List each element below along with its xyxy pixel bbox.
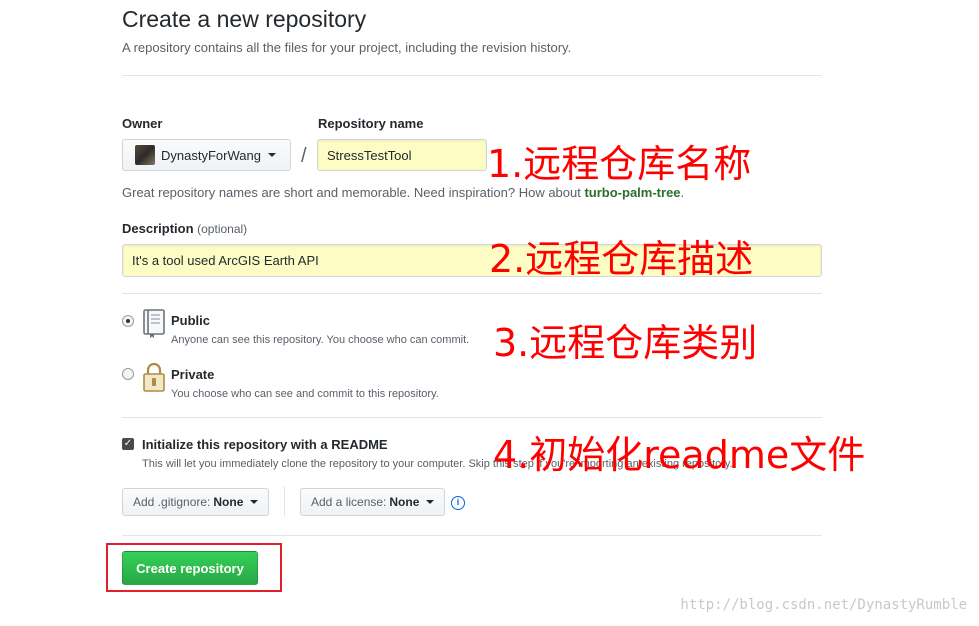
- readme-checkbox[interactable]: ✓: [122, 438, 134, 450]
- license-dropdown[interactable]: Add a license: None: [300, 488, 446, 516]
- caret-down-icon: [426, 500, 435, 504]
- annotation-repo-name: 1.远程仓库名称: [487, 142, 752, 186]
- repo-name-input[interactable]: StressTestTool: [317, 139, 487, 171]
- annotation-readme: 4.初始化readme文件: [493, 433, 866, 477]
- divider: [122, 535, 822, 536]
- caret-down-icon: [250, 500, 259, 504]
- readme-title: Initialize this repository with a README: [142, 437, 388, 452]
- private-option-title: Private: [171, 367, 215, 382]
- optional-tag: (optional): [197, 222, 248, 236]
- divider: [284, 486, 285, 516]
- annotation-description: 2.远程仓库描述: [489, 237, 754, 281]
- highlight-box: [106, 543, 282, 592]
- avatar: [135, 145, 155, 165]
- lock-icon: [143, 362, 165, 392]
- annotation-visibility: 3.远程仓库类别: [493, 321, 758, 365]
- owner-repo-separator: /: [301, 145, 307, 167]
- caret-down-icon: [267, 153, 276, 157]
- owner-label: Owner: [122, 116, 163, 131]
- private-option-desc: You choose who can see and commit to thi…: [171, 388, 439, 400]
- page-subtitle: A repository contains all the files for …: [122, 40, 572, 55]
- page-title: Create a new repository: [122, 6, 367, 32]
- description-label: Description (optional): [122, 221, 248, 236]
- info-icon[interactable]: i: [451, 496, 465, 510]
- private-radio[interactable]: [122, 368, 134, 380]
- public-option-title: Public: [171, 313, 211, 328]
- owner-name: DynastyForWang: [161, 147, 261, 163]
- divider: [122, 75, 822, 76]
- public-radio[interactable]: [122, 315, 134, 327]
- divider: [122, 293, 822, 294]
- public-option-desc: Anyone can see this repository. You choo…: [171, 334, 470, 346]
- gitignore-dropdown[interactable]: Add .gitignore: None: [122, 488, 270, 516]
- divider: [122, 417, 822, 418]
- repo-name-label: Repository name: [318, 116, 424, 131]
- book-icon: [143, 309, 165, 338]
- watermark: http://blog.csdn.net/DynastyRumble: [680, 597, 967, 613]
- owner-dropdown[interactable]: DynastyForWang: [122, 139, 291, 171]
